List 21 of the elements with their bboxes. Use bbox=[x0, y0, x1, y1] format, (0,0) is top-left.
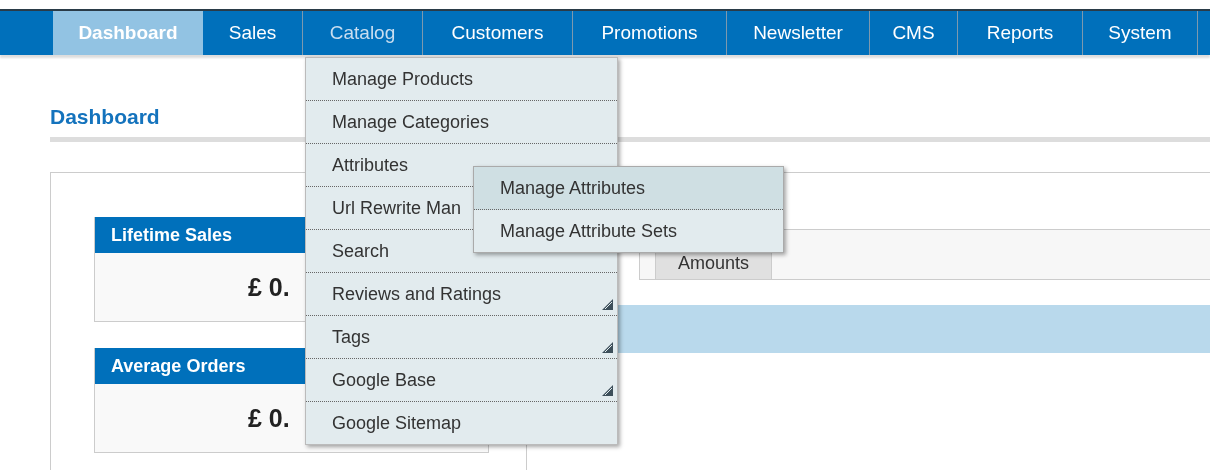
submenu-arrow-icon bbox=[602, 299, 613, 310]
nav-tab[interactable]: Promotions bbox=[573, 11, 727, 55]
menu-item[interactable]: Google Base bbox=[306, 359, 617, 402]
menu-item[interactable]: Manage Categories bbox=[306, 101, 617, 144]
menu-item[interactable]: Manage Products bbox=[306, 58, 617, 101]
stat-value: £ 0. bbox=[248, 403, 290, 433]
nav-tab[interactable]: Newsletter bbox=[727, 11, 870, 55]
page-title: Dashboard bbox=[50, 105, 160, 129]
submenu-arrow-icon bbox=[602, 342, 613, 353]
submenu-arrow-icon bbox=[602, 385, 613, 396]
menu-item[interactable]: Reviews and Ratings bbox=[306, 273, 617, 316]
nav-tab[interactable]: Reports bbox=[958, 11, 1083, 55]
nav-tab[interactable]: System bbox=[1083, 11, 1198, 55]
submenu-item[interactable]: Manage Attributes bbox=[474, 167, 783, 210]
nav-tab[interactable]: CMS bbox=[870, 11, 958, 55]
menu-item[interactable]: Google Sitemap bbox=[306, 402, 617, 444]
stat-value: £ 0. bbox=[248, 272, 290, 302]
nav-tab[interactable]: Catalog bbox=[303, 11, 423, 55]
nav-tab[interactable]: Customers bbox=[423, 11, 573, 55]
nav-tab[interactable]: Sales bbox=[203, 11, 303, 55]
menu-item[interactable]: Tags bbox=[306, 316, 617, 359]
